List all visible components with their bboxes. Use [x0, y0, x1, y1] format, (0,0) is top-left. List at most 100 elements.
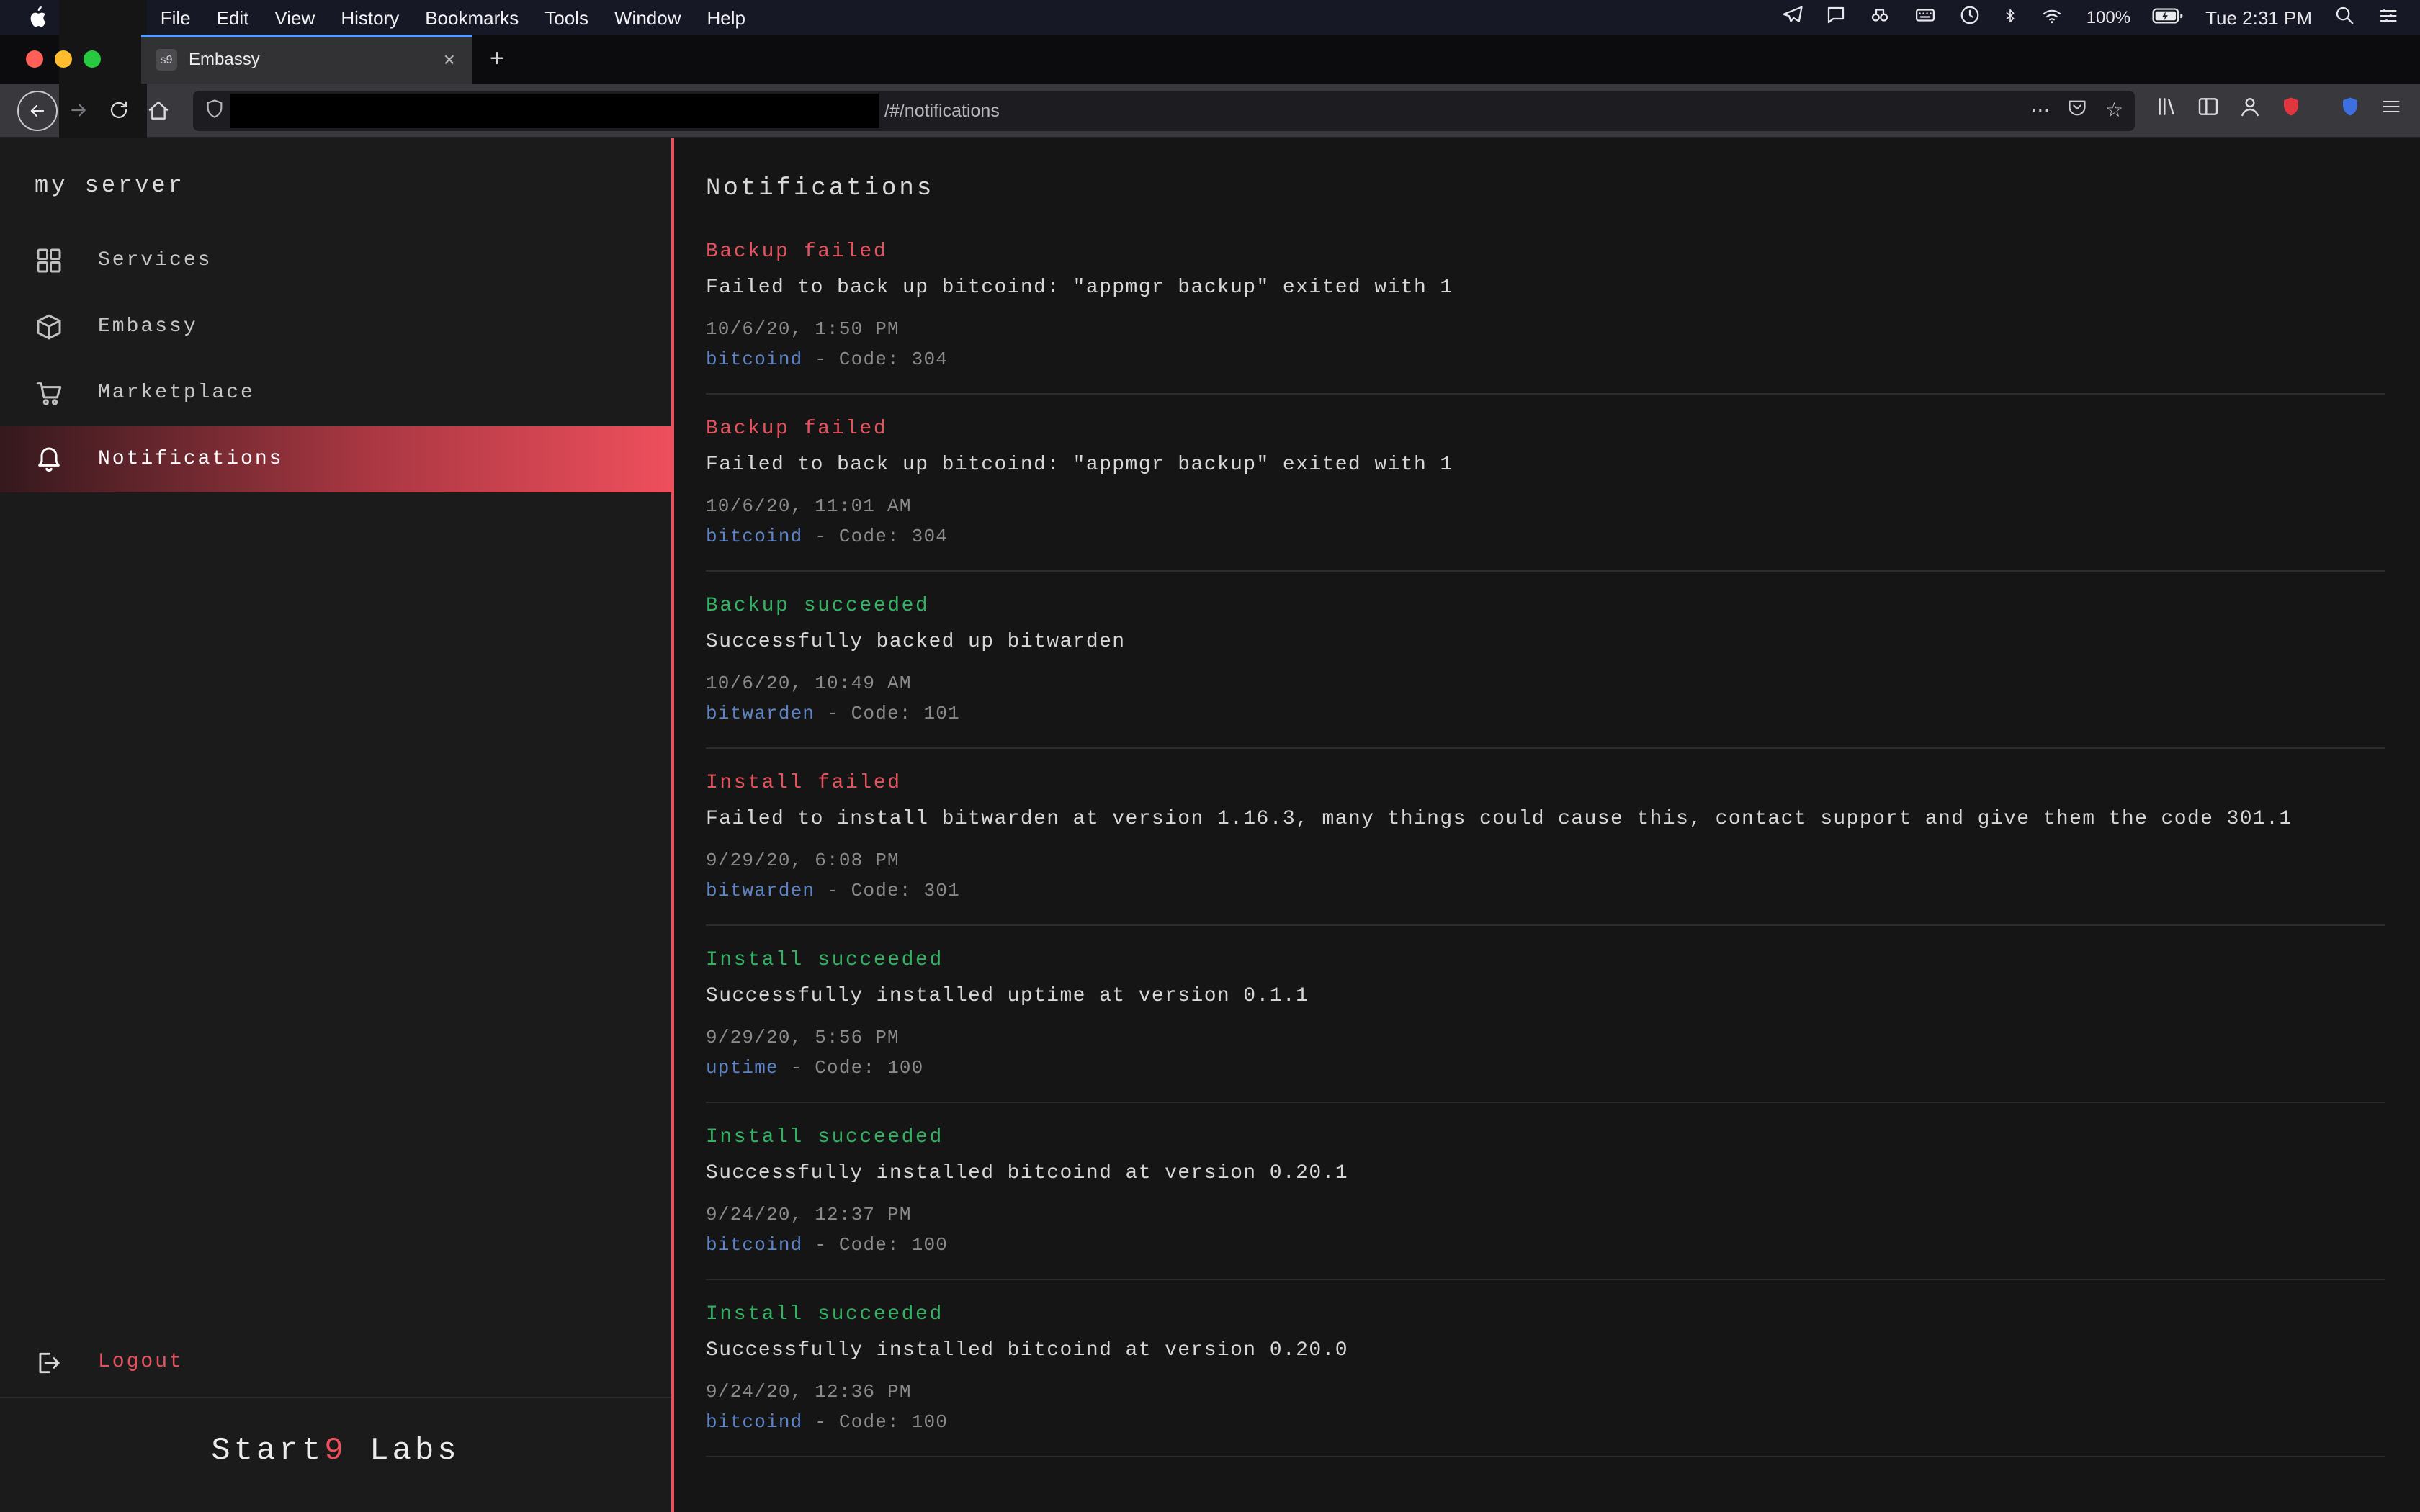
apple-icon[interactable]: [20, 6, 59, 29]
notification-timestamp: 9/29/20, 5:56 PM: [706, 1027, 2385, 1048]
page-actions-icon[interactable]: ⋯: [2030, 99, 2051, 122]
url-bar[interactable]: /#/notifications ⋯ ☆: [193, 90, 2135, 130]
notification-timestamp: 9/24/20, 12:37 PM: [706, 1204, 2385, 1225]
service-link[interactable]: bitcoind: [706, 348, 802, 370]
back-button[interactable]: [17, 90, 58, 130]
browser-tab-bar: s9 Embassy × +: [0, 35, 2420, 84]
cube-icon: [35, 311, 66, 343]
service-link[interactable]: bitcoind: [706, 526, 802, 547]
sidebar-item-label: Notifications: [98, 448, 283, 471]
window-minimize-button[interactable]: [55, 50, 72, 68]
tab-close-icon[interactable]: ×: [441, 48, 458, 71]
menubar-item-file[interactable]: File: [148, 6, 204, 28]
notification-title: Install succeeded: [706, 949, 2385, 972]
sidebar-item-embassy[interactable]: Embassy: [0, 294, 671, 360]
macos-menubar: Firefox File Edit View History Bookmarks…: [0, 0, 2420, 35]
notification-code: - Code: 101: [815, 703, 960, 724]
reload-button[interactable]: [98, 90, 138, 130]
sidebar-item-services[interactable]: Services: [0, 228, 671, 294]
notification-title: Backup failed: [706, 240, 2385, 264]
notification-message: Failed to install bitwarden at version 1…: [706, 808, 2385, 831]
menubar-item-help[interactable]: Help: [694, 6, 759, 28]
battery-icon[interactable]: [2152, 6, 2184, 28]
notification-item: Install succeeded Successfully installed…: [706, 1280, 2385, 1457]
notification-message: Successfully installed uptime at version…: [706, 985, 2385, 1008]
menubar-item-edit[interactable]: Edit: [204, 6, 262, 28]
notification-title: Backup failed: [706, 418, 2385, 441]
cart-icon: [35, 377, 66, 409]
battery-percent: 100%: [2087, 7, 2130, 27]
keyboard-icon[interactable]: [1914, 4, 1938, 30]
bluetooth-icon[interactable]: [2003, 5, 2019, 30]
notification-item: Backup failed Failed to back up bitcoind…: [706, 395, 2385, 572]
sidebar-item-notifications[interactable]: Notifications: [0, 426, 671, 492]
extension-icon-red-shield[interactable]: [2280, 95, 2302, 125]
pocket-icon[interactable]: [2068, 98, 2088, 122]
menubar-item-window[interactable]: Window: [601, 6, 694, 28]
notification-message: Failed to back up bitcoind: "appmgr back…: [706, 276, 2385, 300]
browser-tab-embassy[interactable]: s9 Embassy ×: [141, 35, 472, 84]
logout-icon: [35, 1346, 66, 1378]
menubar-item-bookmarks[interactable]: Bookmarks: [412, 6, 532, 28]
notification-item: Backup failed Failed to back up bitcoind…: [706, 240, 2385, 395]
notification-message: Successfully installed bitcoind at versi…: [706, 1339, 2385, 1362]
logout-button[interactable]: Logout: [0, 1328, 671, 1398]
logo-nine: 9: [324, 1433, 346, 1469]
notification-title: Backup succeeded: [706, 595, 2385, 618]
tab-favicon: s9: [156, 48, 177, 70]
service-link[interactable]: bitwarden: [706, 703, 815, 724]
notification-item: Install failed Failed to install bitward…: [706, 749, 2385, 926]
clock-icon[interactable]: [1960, 4, 1981, 30]
redacted-url: [230, 93, 879, 127]
notification-timestamp: 10/6/20, 1:50 PM: [706, 318, 2385, 340]
notification-code: - Code: 100: [802, 1411, 948, 1433]
chat-icon[interactable]: [1826, 4, 1847, 30]
service-link[interactable]: bitcoind: [706, 1411, 802, 1433]
bell-icon: [35, 444, 66, 475]
menubar-clock[interactable]: Tue 2:31 PM: [2205, 6, 2312, 28]
control-center-icon[interactable]: [2377, 5, 2400, 30]
extension-icon-blue-shield[interactable]: [2339, 95, 2361, 125]
browser-toolbar: /#/notifications ⋯ ☆: [0, 84, 2420, 138]
window-zoom-button[interactable]: [84, 50, 101, 68]
notification-timestamp: 10/6/20, 10:49 AM: [706, 672, 2385, 694]
spotlight-icon[interactable]: [2334, 4, 2355, 30]
notification-code: - Code: 100: [802, 1234, 948, 1256]
grid-icon: [35, 245, 66, 276]
account-icon[interactable]: [2238, 95, 2262, 125]
menubar-item-tools[interactable]: Tools: [532, 6, 601, 28]
notification-code: - Code: 304: [802, 348, 948, 370]
notification-title: Install failed: [706, 772, 2385, 795]
menubar-item-history[interactable]: History: [328, 6, 412, 28]
wifi-icon[interactable]: [2040, 5, 2065, 30]
notification-code: - Code: 304: [802, 526, 948, 547]
window-close-button[interactable]: [26, 50, 43, 68]
forward-button[interactable]: [58, 90, 98, 130]
notification-item: Backup succeeded Successfully backed up …: [706, 572, 2385, 749]
new-tab-button[interactable]: +: [490, 45, 504, 73]
menubar-item-view[interactable]: View: [261, 6, 328, 28]
notification-message: Successfully backed up bitwarden: [706, 631, 2385, 654]
notification-message: Failed to back up bitcoind: "appmgr back…: [706, 454, 2385, 477]
notification-code: - Code: 100: [779, 1057, 924, 1079]
notification-timestamp: 9/24/20, 12:36 PM: [706, 1381, 2385, 1403]
hamburger-menu-icon[interactable]: [2380, 96, 2403, 124]
bookmark-star-icon[interactable]: ☆: [2105, 99, 2123, 122]
binoculars-icon[interactable]: [1869, 4, 1892, 30]
sidebar-nav: Services Embassy Marketplace Notificatio…: [0, 228, 671, 492]
tracking-protection-shield-icon[interactable]: [205, 97, 225, 123]
notifications-page: Notifications Backup failed Failed to ba…: [674, 138, 2420, 1512]
library-icon[interactable]: [2155, 95, 2178, 125]
service-link[interactable]: bitcoind: [706, 1234, 802, 1256]
service-link[interactable]: bitwarden: [706, 880, 815, 901]
sidebar-item-marketplace[interactable]: Marketplace: [0, 360, 671, 426]
service-link[interactable]: uptime: [706, 1057, 779, 1079]
sidebar-toggle-icon[interactable]: [2197, 95, 2220, 125]
notification-title: Install succeeded: [706, 1126, 2385, 1149]
telegram-icon[interactable]: [1783, 4, 1804, 30]
notification-timestamp: 10/6/20, 11:01 AM: [706, 495, 2385, 517]
page-title: Notifications: [706, 176, 2385, 203]
notification-item: Install succeeded Successfully installed…: [706, 926, 2385, 1103]
home-button[interactable]: [138, 90, 179, 130]
sidebar-item-label: Marketplace: [98, 382, 255, 405]
